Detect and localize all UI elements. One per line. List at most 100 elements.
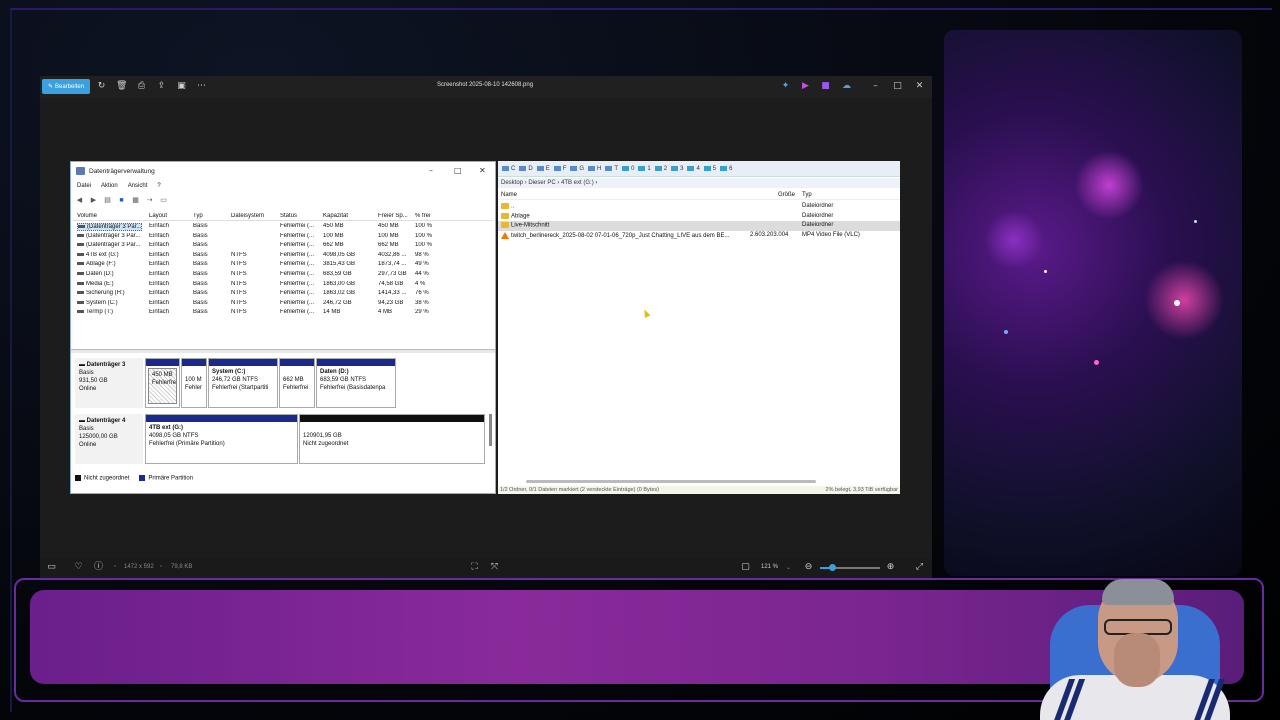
share-icon[interactable]: ⇪ (156, 81, 167, 92)
volume-icon (78, 224, 85, 228)
col-kapazitaet[interactable]: Kapazität (323, 213, 348, 219)
partition[interactable]: 662 MB Fehlerfrei (279, 358, 315, 408)
drive-icon (536, 166, 544, 171)
list-item[interactable]: .. Dateiordner (498, 202, 900, 212)
col-layout[interactable]: Layout (149, 213, 167, 219)
table-row[interactable]: Ablage (F:) Einfach Basis NTFS Fehlerfrei (.… (73, 260, 493, 270)
list-item[interactable]: twitch_berlinereck_2025-08-02 07-01-06_7… (498, 231, 900, 241)
col-volume[interactable]: Volume (77, 213, 97, 219)
chevron-down-icon[interactable]: ⌄ (786, 564, 791, 571)
col-freier-speicher[interactable]: Freier Sp... (378, 213, 408, 219)
partition-system-c[interactable]: System (C:) 246,72 GB NTFS Fehlerfrei (Sta… (208, 358, 278, 408)
col-typ[interactable]: Typ (193, 213, 203, 219)
menu-help[interactable]: ? (157, 183, 160, 189)
drive-button-h[interactable]: H (588, 166, 601, 172)
forward-icon[interactable]: ▶ (89, 197, 98, 205)
more-icon[interactable]: ⋯ (196, 81, 207, 92)
menu-ansicht[interactable]: Ansicht (128, 183, 148, 189)
scrollbar[interactable] (489, 414, 492, 446)
properties-icon[interactable]: ▦ (131, 197, 140, 205)
close-icon[interactable]: ✕ (479, 166, 486, 175)
drive-button-t[interactable]: T (605, 166, 618, 172)
table-row[interactable]: (Datenträger 3 Par... Einfach Basis Fehlerf… (73, 222, 493, 232)
minimize-icon[interactable]: – (870, 81, 881, 92)
delete-icon[interactable]: 🗑 (116, 81, 127, 92)
col-prozent-frei[interactable]: % frei (415, 213, 430, 219)
drive-button-e[interactable]: E (536, 166, 550, 172)
table-row[interactable]: Media (E:) Einfach Basis NTFS Fehlerfrei (..… (73, 280, 493, 290)
clipchamp-icon[interactable]: ▶ (800, 81, 811, 92)
pane-splitter[interactable] (71, 349, 495, 353)
print-icon[interactable]: ⎙ (136, 81, 147, 92)
drive-icon (687, 166, 695, 171)
drive-button-f[interactable]: F (553, 166, 566, 172)
zoom-slider[interactable] (820, 564, 880, 571)
table-row[interactable]: System (C:) Einfach Basis NTFS Fehlerfrei (.… (73, 299, 493, 309)
view-icon[interactable]: ▭ (159, 197, 168, 205)
edit-button[interactable]: ✎ Bearbeiten (42, 79, 90, 94)
dm-title: Datenträgerverwaltung (89, 168, 155, 175)
drive-button-3[interactable]: 3 (671, 166, 683, 172)
table-row[interactable]: 4TB ext (G:) Einfach Basis NTFS Fehlerfrei (… (73, 251, 493, 261)
drive-bar: CDEFGHT0123456 (498, 161, 900, 177)
drive-button-g[interactable]: G (570, 166, 584, 172)
drive-button-6[interactable]: 6 (720, 166, 732, 172)
slideshow-icon[interactable]: ▣ (176, 81, 187, 92)
zoom-slider-knob[interactable] (829, 564, 836, 571)
list-item[interactable]: Live-Mitschnitt Dateiordner (498, 221, 900, 231)
drive-button-4[interactable]: 4 (687, 166, 700, 172)
connect-icon[interactable]: ⇢ (145, 197, 154, 205)
list-item[interactable]: Ablage Dateiordner (498, 212, 900, 222)
cell-freier-speicher: 1414,33 ... (378, 290, 407, 297)
back-icon[interactable]: ◀ (75, 197, 84, 205)
table-row[interactable]: (Datenträger 3 Par... Einfach Basis Fehlerf… (73, 232, 493, 242)
help-icon[interactable]: ■ (117, 197, 126, 205)
actual-size-icon[interactable]: ▢ (740, 562, 751, 573)
drive-button-d[interactable]: D (519, 166, 533, 172)
drive-button-0[interactable]: 0 (622, 166, 634, 172)
col-groesse[interactable]: Größe (778, 192, 795, 198)
menu-datei[interactable]: Datei (77, 183, 91, 189)
table-row[interactable]: Termp (T:) Einfach Basis NTFS Fehlerfrei (..… (73, 308, 493, 318)
drive-button-2[interactable]: 2 (654, 166, 667, 172)
rotate-icon[interactable]: ↻ (96, 81, 107, 92)
list-icon[interactable]: ▤ (103, 197, 112, 205)
maximize-icon[interactable]: □ (892, 81, 903, 92)
fullscreen-icon[interactable]: ⤢ (914, 562, 925, 573)
zoom-level[interactable]: 121 % (761, 564, 778, 570)
table-row[interactable]: Daten (D:) Einfach Basis NTFS Fehlerfrei (..… (73, 270, 493, 280)
col-dateisystem[interactable]: Dateisystem (231, 213, 264, 219)
crop-icon[interactable]: ⛶ (469, 562, 480, 573)
fit-icon[interactable]: ⤧ (489, 562, 500, 573)
minimize-icon[interactable]: – (429, 166, 433, 175)
partition[interactable]: 100 M Fehler (181, 358, 207, 408)
cell-prozent-frei: 4 % (415, 280, 426, 287)
drive-button-5[interactable]: 5 (703, 166, 716, 172)
breadcrumb[interactable]: Desktop › Dieser PC › 4TB ext (G:) › (498, 178, 900, 188)
favorite-icon[interactable]: ♡ (73, 562, 84, 573)
zoom-out-icon[interactable]: ⊖ (803, 562, 814, 573)
horizontal-scrollbar[interactable] (526, 480, 816, 483)
zoom-in-icon[interactable]: ⊕ (885, 562, 896, 573)
partition[interactable]: 450 MB Fehlerfre (145, 358, 180, 408)
drive-button-1[interactable]: 1 (638, 166, 651, 172)
col-name[interactable]: Name (501, 192, 517, 198)
col-typ[interactable]: Typ (802, 192, 812, 198)
unallocated-space[interactable]: 120901,95 GB Nicht zugeordnet (299, 414, 485, 464)
col-status[interactable]: Status (280, 213, 297, 219)
drive-button-c[interactable]: C (502, 166, 515, 172)
maximize-icon[interactable]: □ (454, 166, 462, 175)
onedrive-icon[interactable]: ☁ (841, 81, 852, 92)
info-icon[interactable]: ⓘ (93, 562, 104, 573)
table-row[interactable]: Sicherung (H:) Einfach Basis NTFS Fehlerfrei… (73, 289, 493, 299)
partition-daten-d[interactable]: Daten (D:) 683,59 GB NTFS Fehlerfrei (Basi… (316, 358, 396, 408)
disk-4-label[interactable]: ▬ Datenträger 4 Basis 125000,00 GB Onlin… (75, 414, 143, 464)
close-icon[interactable]: ✕ (914, 81, 925, 92)
filmstrip-icon[interactable]: ▭ (46, 562, 57, 573)
designer-icon[interactable]: ■ (820, 81, 831, 92)
table-row[interactable]: (Datenträger 3 Par... Einfach Basis Fehlerf… (73, 241, 493, 251)
edit-ai-icon[interactable]: ✦ (780, 81, 791, 92)
partition-4tb-ext-g[interactable]: 4TB ext (G:) 4098,05 GB NTFS Fehlerfrei (P… (145, 414, 298, 464)
menu-aktion[interactable]: Aktion (101, 183, 118, 189)
disk-3-label[interactable]: ▬ Datenträger 3 Basis 931,50 GB Online (75, 358, 143, 408)
